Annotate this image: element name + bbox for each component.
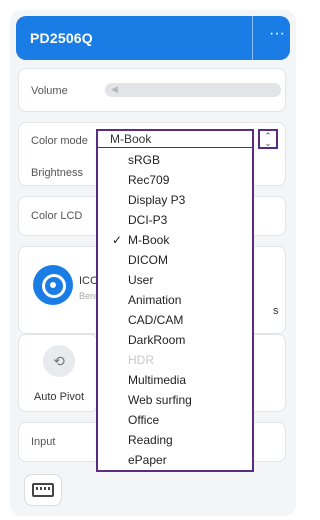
device-header: PD2506Q ···	[16, 16, 290, 60]
icc-edge-text: s	[273, 305, 279, 317]
color-mode-option[interactable]: M-Book	[128, 233, 169, 247]
auto-pivot-label: Auto Pivot	[33, 391, 85, 403]
volume-label: Volume	[31, 85, 68, 97]
color-mode-dropdown: sRGB Rec709 Display P3 DCI-P3 ✓ M-Book DICOM Us…	[96, 147, 254, 472]
checkmark-icon: ✓	[112, 233, 123, 247]
color-mode-spin-button[interactable]: ⌃ ⌄	[258, 129, 278, 149]
speaker-icon: ◀	[111, 84, 118, 94]
color-mode-option[interactable]: Display P3	[128, 193, 185, 207]
auto-pivot-card[interactable]: ⟲ Auto Pivot	[18, 334, 98, 412]
volume-card: Volume ◀	[18, 68, 286, 112]
input-label: Input	[31, 436, 56, 448]
icc-subtitle: Beni	[79, 291, 98, 301]
color-mode-select[interactable]: M-Book	[96, 129, 254, 147]
color-mode-option[interactable]: DarkRoom	[128, 333, 185, 347]
chevron-updown-icon: ⌃ ⌄	[264, 131, 272, 148]
color-mode-option[interactable]: DCI-P3	[128, 213, 167, 227]
color-mode-label: Color mode	[31, 135, 88, 147]
color-mode-option[interactable]: Web surfing	[128, 393, 192, 407]
color-lcd-label: Color LCD	[31, 210, 83, 222]
device-title: PD2506Q	[30, 30, 93, 46]
icc-logo-icon	[33, 265, 73, 305]
color-mode-option[interactable]: Office	[128, 413, 159, 427]
color-mode-option[interactable]: Animation	[128, 293, 181, 307]
color-mode-option[interactable]: Rec709	[128, 173, 169, 187]
color-mode-selected: M-Book	[110, 132, 152, 146]
brightness-label: Brightness	[31, 167, 83, 179]
color-mode-option[interactable]: sRGB	[128, 153, 160, 167]
color-mode-option[interactable]: Reading	[128, 433, 173, 447]
color-mode-option[interactable]: User	[128, 273, 153, 287]
color-mode-option: HDR	[128, 353, 154, 367]
more-button[interactable]: ···	[262, 26, 292, 48]
color-mode-option[interactable]: CAD/CAM	[128, 313, 183, 327]
color-mode-option[interactable]: DICOM	[128, 253, 168, 267]
keyboard-icon	[32, 483, 54, 497]
volume-slider[interactable]: ◀	[105, 83, 281, 97]
color-mode-option[interactable]: ePaper	[128, 453, 167, 467]
keyboard-button[interactable]	[24, 474, 62, 506]
rotate-screen-icon: ⟲	[43, 345, 75, 377]
color-mode-option[interactable]: Multimedia	[128, 373, 186, 387]
header-divider	[252, 16, 253, 60]
